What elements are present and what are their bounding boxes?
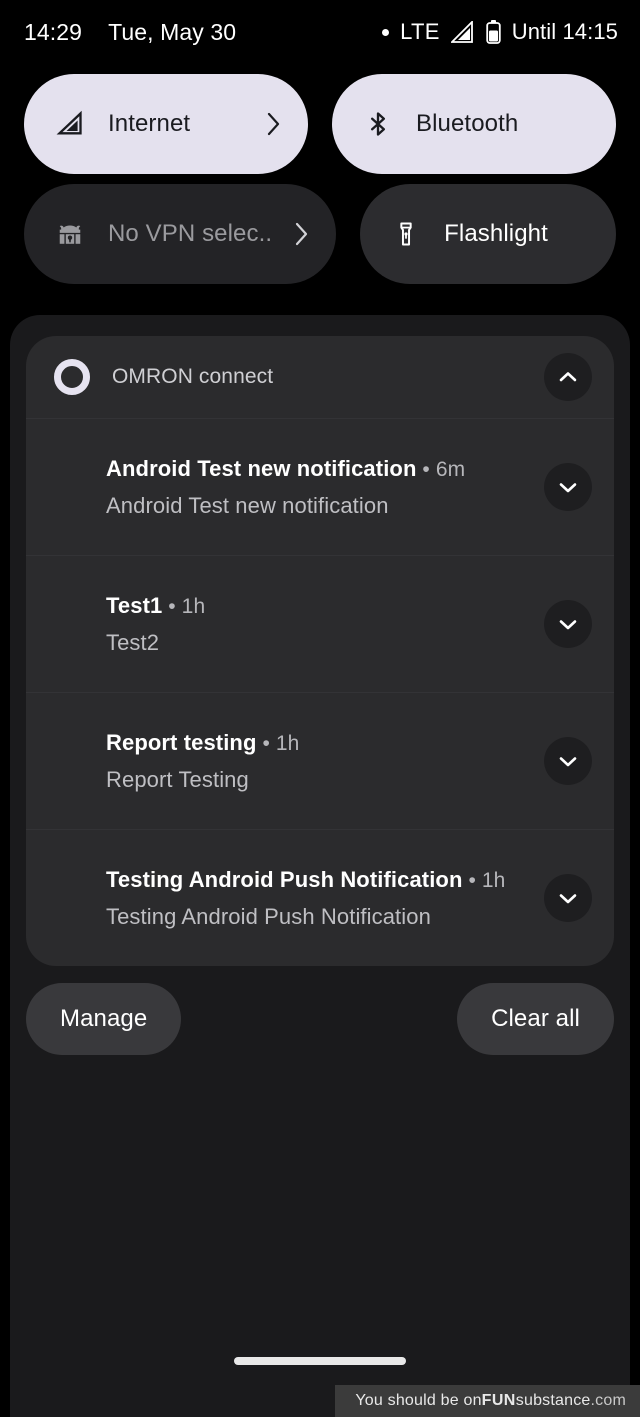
status-bar-right: LTE Until 14:15 [382, 19, 618, 45]
watermark-brand-rest: substance [515, 1392, 591, 1409]
notification-dot-icon [382, 28, 390, 36]
quick-tile-label: Internet [108, 110, 191, 137]
quick-tile-bluetooth[interactable]: Bluetooth [332, 74, 616, 174]
notification-row[interactable]: Test1 • 1h Test2 [26, 555, 614, 692]
notification-group-card: OMRON connect Android Test new notificat… [26, 336, 614, 966]
notification-shade: OMRON connect Android Test new notificat… [10, 315, 630, 1417]
signal-icon [54, 108, 86, 140]
notification-title: Report testing [106, 729, 257, 755]
notification-title-line: Testing Android Push Notification • 1h [106, 866, 506, 892]
bluetooth-icon [362, 108, 394, 140]
notification-app-name: OMRON connect [112, 365, 274, 388]
flashlight-icon [390, 218, 422, 250]
notification-text: Testing Android Push Notification • 1h T… [106, 867, 544, 930]
notification-title-line: Report testing • 1h [106, 729, 300, 755]
expand-notification-button[interactable] [544, 874, 592, 922]
notification-group-header[interactable]: OMRON connect [26, 336, 614, 418]
notification-text: Android Test new notification • 6m Andro… [106, 456, 544, 519]
notification-body: Test2 [106, 629, 160, 655]
chevron-down-icon [559, 894, 577, 904]
omron-app-icon [54, 359, 90, 395]
clear-all-button[interactable]: Clear all [457, 983, 614, 1055]
collapse-group-button[interactable] [544, 353, 592, 401]
watermark-tld: .com [590, 1392, 626, 1409]
quick-tile-flashlight[interactable]: Flashlight [360, 184, 616, 284]
status-time: 14:29 [24, 18, 83, 45]
network-type-label: LTE [400, 19, 440, 44]
signal-icon [450, 21, 475, 43]
quick-tile-label: No VPN selec.. [108, 220, 273, 247]
notification-actions: Manage Clear all [26, 983, 614, 1055]
notification-title-line: Test1 • 1h [106, 592, 206, 618]
quick-tile-vpn[interactable]: No VPN selec.. [24, 184, 337, 284]
notification-text: Report testing • 1h Report Testing [106, 730, 544, 793]
notification-title: Android Test new notification [106, 455, 417, 481]
notification-row[interactable]: Report testing • 1h Report Testing [26, 692, 614, 829]
chevron-right-icon[interactable] [294, 220, 310, 248]
notification-body: Report Testing [106, 766, 249, 792]
home-indicator[interactable] [234, 1357, 406, 1365]
battery-icon [486, 20, 501, 44]
chevron-down-icon [559, 483, 577, 493]
manage-button[interactable]: Manage [26, 983, 182, 1055]
expand-notification-button[interactable] [544, 737, 592, 785]
notification-time: 6m [435, 457, 466, 481]
chevron-right-icon[interactable] [266, 110, 282, 138]
battery-until-label: Until 14:15 [511, 19, 618, 44]
watermark: You should be on FUN substance .com [335, 1385, 640, 1417]
quick-settings-panel: Internet Bluetooth No VPN selec.. Flashl… [0, 64, 640, 284]
expand-notification-button[interactable] [544, 463, 592, 511]
chevron-down-icon [559, 620, 577, 630]
notification-time: 1h [481, 868, 506, 892]
watermark-prefix: You should be on [355, 1392, 482, 1409]
notification-title: Testing Android Push Notification [106, 866, 463, 892]
chevron-up-icon [559, 372, 577, 382]
notification-body: Android Test new notification [106, 492, 389, 518]
quick-tile-label: Bluetooth [416, 110, 519, 137]
status-date: Tue, May 30 [108, 18, 237, 45]
notification-body: Testing Android Push Notification [106, 903, 431, 929]
chevron-down-icon [559, 757, 577, 767]
quick-settings-row-2: No VPN selec.. Flashlight [24, 184, 616, 284]
status-bar: 14:29 Tue, May 30 LTE Until 14:15 [0, 0, 640, 64]
vpn-key-icon [54, 218, 86, 250]
quick-tile-label: Flashlight [444, 220, 548, 247]
notification-row[interactable]: Testing Android Push Notification • 1h T… [26, 829, 614, 966]
notification-title: Test1 [106, 592, 163, 618]
status-bar-left: 14:29 Tue, May 30 [24, 19, 236, 46]
quick-settings-row-1: Internet Bluetooth [24, 74, 616, 174]
notification-text: Test1 • 1h Test2 [106, 593, 544, 656]
quick-tile-internet[interactable]: Internet [24, 74, 308, 174]
notification-time: 1h [181, 594, 206, 618]
expand-notification-button[interactable] [544, 600, 592, 648]
watermark-brand-bold: FUN [481, 1392, 516, 1409]
notification-row[interactable]: Android Test new notification • 6m Andro… [26, 418, 614, 555]
notification-title-line: Android Test new notification • 6m [106, 455, 466, 481]
notification-time: 1h [275, 731, 300, 755]
